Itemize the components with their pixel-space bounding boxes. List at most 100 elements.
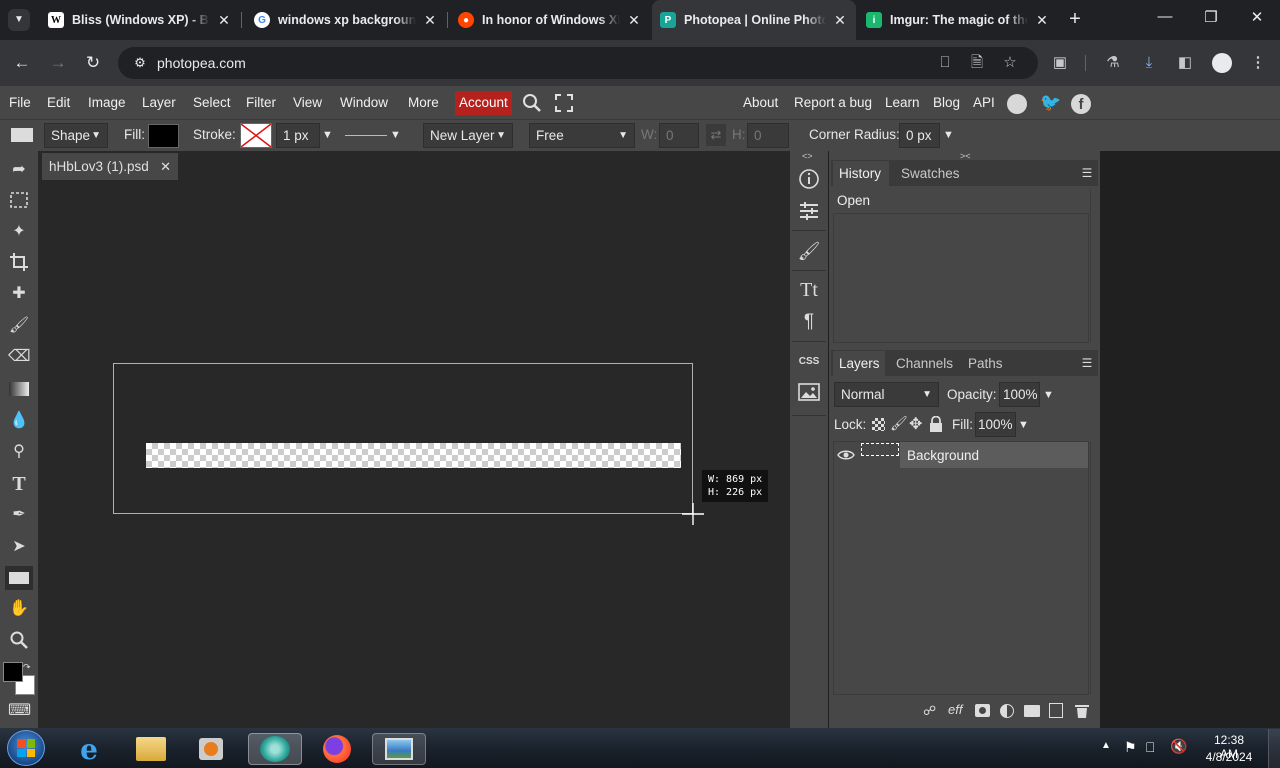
menu-window[interactable]: Window — [340, 95, 388, 110]
minimize-window-icon[interactable]: — — [1150, 8, 1180, 32]
back-arrow-icon[interactable]: ← — [11, 52, 33, 74]
menu-select[interactable]: Select — [193, 95, 231, 110]
image-panel-icon[interactable] — [797, 382, 821, 406]
tab-history[interactable]: History — [839, 166, 881, 181]
download-icon[interactable]: ⤓ — [1139, 53, 1159, 73]
blend-mode-select[interactable]: Normal ▼ — [834, 382, 939, 407]
omnibox[interactable]: ⚙ — [118, 47, 1038, 79]
media-player-icon[interactable] — [190, 733, 232, 765]
rectangle-tool-icon[interactable] — [5, 566, 33, 590]
browser-tab-reddit[interactable]: ● In honor of Windows XP ✕ — [450, 6, 650, 34]
fullscreen-icon[interactable] — [554, 93, 574, 113]
lock-all-icon[interactable] — [929, 415, 943, 432]
new-tab-button[interactable]: + — [1064, 8, 1086, 32]
browser-tab-google[interactable]: G windows xp background ✕ — [246, 6, 446, 34]
healing-brush-tool-icon[interactable]: ✚ — [8, 283, 30, 305]
rectangle-tool-preset-icon[interactable] — [11, 128, 33, 142]
menu-blog[interactable]: Blog — [933, 95, 960, 110]
browser-tab-imgur[interactable]: i Imgur: The magic of the Internet ✕ — [858, 6, 1058, 34]
action-center-flag-icon[interactable]: ⚑ — [1124, 739, 1137, 756]
fill-input[interactable]: 100% — [975, 412, 1016, 437]
file-explorer-icon[interactable] — [130, 733, 172, 765]
menu-layer[interactable]: Layer — [142, 95, 176, 110]
delete-layer-trash-icon[interactable] — [1074, 703, 1090, 719]
profile-avatar[interactable] — [1212, 53, 1232, 73]
stroke-width-dropdown-icon[interactable]: ▼ — [322, 129, 333, 141]
restore-window-icon[interactable]: ❐ — [1196, 8, 1226, 32]
adjustment-layer-icon[interactable] — [1000, 704, 1014, 718]
brush-tool-icon[interactable]: 🖌 — [8, 315, 30, 337]
layers-scrollbar[interactable] — [1090, 441, 1098, 695]
chrome-menu-icon[interactable]: ⋮ — [1248, 53, 1268, 73]
volume-muted-icon[interactable]: 🔇 — [1170, 738, 1187, 755]
tab-search-button[interactable]: ▼ — [8, 9, 30, 31]
lock-pixels-icon[interactable]: 🖌 — [890, 415, 908, 432]
tab-layers[interactable]: Layers — [839, 356, 880, 371]
chrome-app-icon[interactable] — [248, 733, 302, 765]
firefox-icon[interactable] — [316, 733, 358, 765]
menu-learn[interactable]: Learn — [885, 95, 920, 110]
opacity-dropdown-icon[interactable]: ▼ — [1043, 389, 1054, 401]
forward-arrow-icon[interactable]: → — [47, 52, 69, 74]
history-item-open[interactable]: Open — [837, 193, 870, 208]
account-button[interactable]: Account — [455, 91, 512, 115]
fill-color-swatch[interactable] — [148, 124, 179, 148]
layer-name[interactable]: Background — [907, 448, 979, 463]
close-window-icon[interactable]: ✕ — [1242, 8, 1272, 32]
swap-colors-icon[interactable]: ↷ — [23, 662, 33, 672]
stroke-style-line[interactable] — [345, 135, 387, 136]
history-panel-menu-icon[interactable]: ☰ — [1077, 163, 1097, 183]
type-tool-icon[interactable]: T — [8, 473, 30, 495]
extensions-icon[interactable]: ▣ — [1050, 53, 1070, 73]
layer-row-background[interactable]: Background — [834, 442, 1088, 468]
document-tab[interactable]: hHbLov3 (1).psd ✕ — [42, 153, 178, 180]
marquee-tool-icon[interactable] — [8, 190, 30, 212]
height-input[interactable]: 0 — [747, 123, 789, 148]
page-icon[interactable]: 🗎 — [967, 53, 987, 73]
install-app-icon[interactable]: ⎕ — [935, 53, 955, 73]
character-panel-icon[interactable]: Tt — [797, 278, 821, 302]
close-tab-icon[interactable]: ✕ — [422, 12, 438, 29]
move-tool-icon[interactable]: ➦ — [8, 159, 30, 181]
tab-swatches[interactable]: Swatches — [901, 166, 960, 181]
show-hidden-icons-icon[interactable]: ▲ — [1101, 740, 1111, 751]
magic-wand-tool-icon[interactable]: ✦ — [8, 221, 30, 243]
new-layer-icon[interactable] — [1049, 703, 1063, 718]
clock-date[interactable]: 4/8/2024 — [1201, 750, 1257, 764]
menu-edit[interactable]: Edit — [47, 95, 70, 110]
corner-radius-dropdown-icon[interactable]: ▼ — [943, 129, 954, 141]
tab-paths[interactable]: Paths — [968, 356, 1003, 371]
menu-about[interactable]: About — [743, 95, 778, 110]
new-group-folder-icon[interactable] — [1024, 705, 1040, 717]
menu-api[interactable]: API — [973, 95, 995, 110]
paragraph-panel-icon[interactable]: ¶ — [797, 310, 821, 334]
layers-panel-menu-icon[interactable]: ☰ — [1077, 353, 1097, 373]
browser-tab-photopea[interactable]: P Photopea | Online Photo Editor ✕ — [652, 0, 856, 40]
canvas-image[interactable] — [146, 443, 681, 468]
bookmark-star-icon[interactable]: ☆ — [1000, 53, 1020, 73]
adjustments-icon[interactable] — [797, 199, 821, 223]
corner-radius-input[interactable]: 0 px — [899, 123, 940, 148]
lock-transparency-icon[interactable] — [872, 418, 885, 431]
collapse-panels-arrow-icon[interactable]: <> — [802, 151, 813, 161]
stroke-width-input[interactable]: 1 px — [276, 123, 320, 148]
hand-tool-icon[interactable]: ✋ — [8, 598, 30, 620]
menu-report-bug[interactable]: Report a bug — [794, 95, 872, 110]
path-selection-tool-icon[interactable]: ➤ — [8, 536, 30, 558]
twitter-icon[interactable]: 🐦 — [1040, 93, 1062, 113]
pen-tool-icon[interactable]: ✒ — [8, 504, 30, 526]
gradient-tool-icon[interactable] — [8, 378, 30, 400]
close-tab-icon[interactable]: ✕ — [626, 12, 642, 29]
lock-position-icon[interactable]: ✥ — [909, 414, 922, 434]
zoom-tool-icon[interactable] — [8, 630, 30, 652]
dodge-tool-icon[interactable]: ⚲ — [8, 441, 30, 463]
layer-visibility-eye-icon[interactable] — [837, 446, 855, 464]
side-panel-icon[interactable]: ◧ — [1175, 53, 1195, 73]
reload-icon[interactable]: ↻ — [82, 52, 104, 74]
reddit-icon[interactable] — [1007, 94, 1027, 114]
shape-mode-select[interactable]: Shape ▼ — [44, 123, 108, 148]
blur-tool-icon[interactable]: 💧 — [8, 410, 30, 432]
width-input[interactable]: 0 — [659, 123, 699, 148]
menu-file[interactable]: File — [9, 95, 31, 110]
menu-image[interactable]: Image — [88, 95, 126, 110]
